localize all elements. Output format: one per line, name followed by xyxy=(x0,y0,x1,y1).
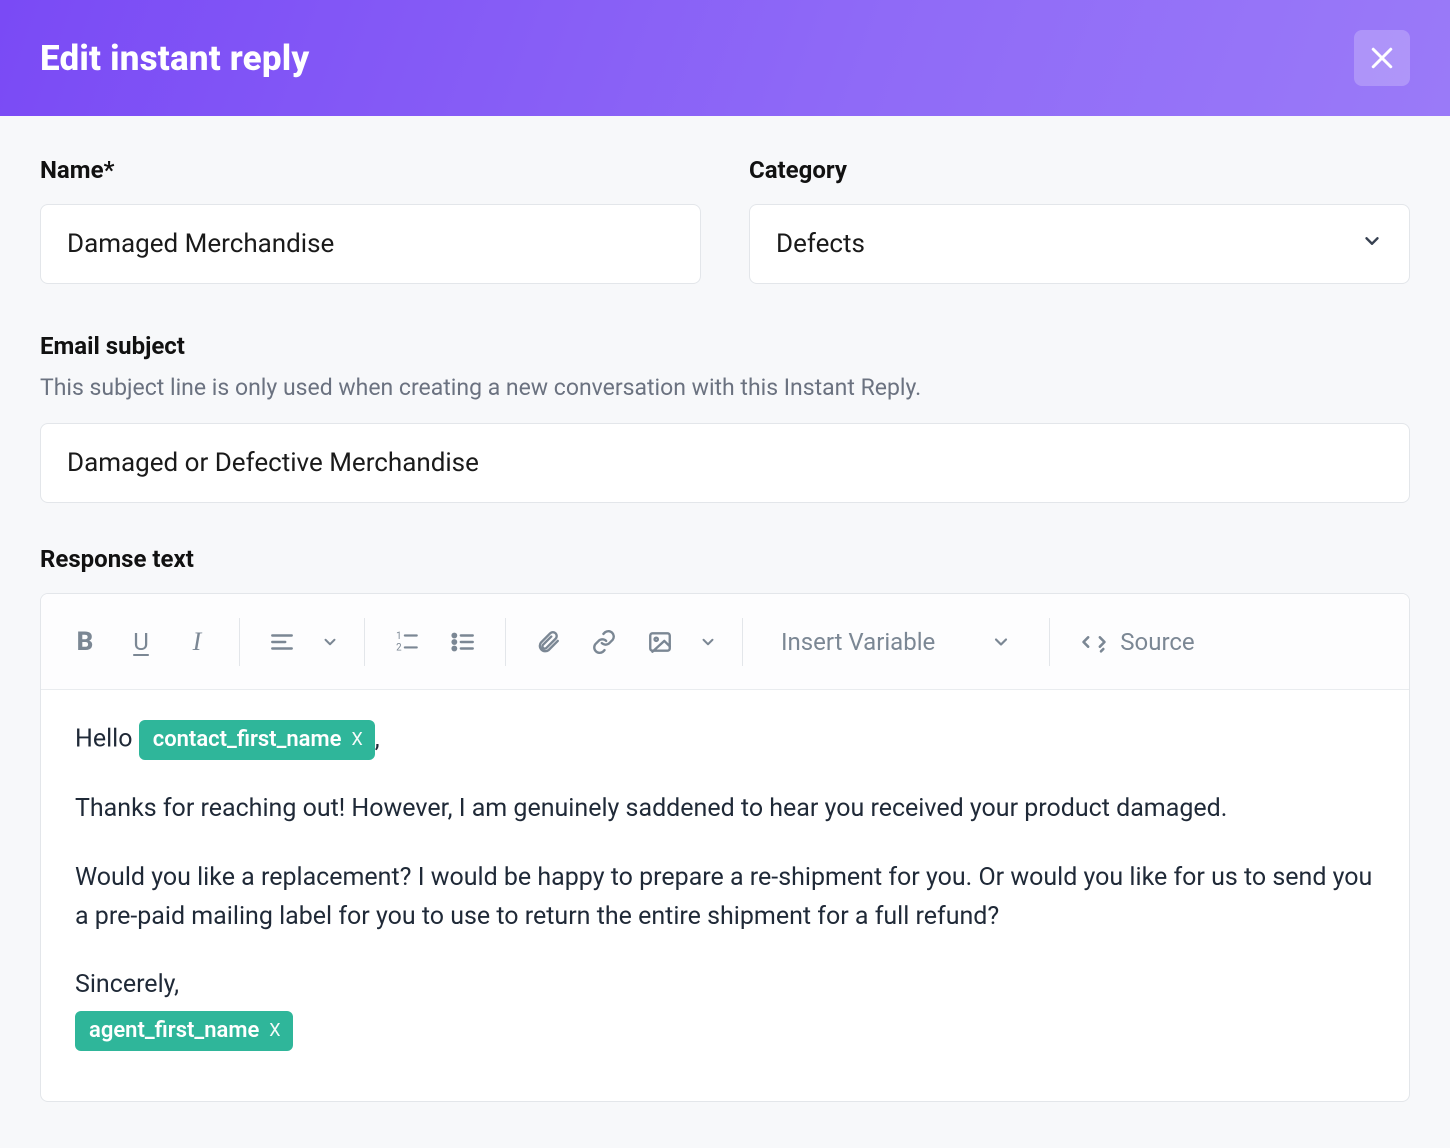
response-section: Response text B U I xyxy=(40,545,1410,1102)
image-dropdown[interactable] xyxy=(690,616,726,668)
image-button[interactable] xyxy=(634,616,686,668)
italic-button[interactable]: I xyxy=(171,616,223,668)
source-icon xyxy=(1080,628,1108,656)
variable-name: agent_first_name xyxy=(89,1014,259,1048)
attachment-button[interactable] xyxy=(522,616,574,668)
chevron-down-icon xyxy=(321,633,339,651)
ordered-list-button[interactable]: 12 xyxy=(381,616,433,668)
link-icon xyxy=(591,629,617,655)
name-input[interactable] xyxy=(40,204,701,284)
subject-field: Email subject This subject line is only … xyxy=(40,332,1410,503)
chevron-down-icon xyxy=(991,632,1011,652)
toolbar-divider xyxy=(742,618,743,666)
category-field: Category Defects xyxy=(749,156,1410,284)
subject-label: Email subject xyxy=(40,332,1410,360)
remove-variable-icon[interactable]: X xyxy=(269,1017,280,1045)
svg-text:1: 1 xyxy=(396,630,401,641)
signoff-text: Sincerely, xyxy=(75,966,1375,1005)
paperclip-icon xyxy=(535,629,561,655)
unordered-list-button[interactable] xyxy=(437,616,489,668)
response-label: Response text xyxy=(40,545,1410,573)
greeting-line: Hello contact_first_name X, xyxy=(75,720,1375,760)
category-value: Defects xyxy=(776,229,865,259)
response-paragraph: Would you like a replacement? I would be… xyxy=(75,859,1375,937)
modal-title: Edit instant reply xyxy=(40,38,310,79)
remove-variable-icon[interactable]: X xyxy=(351,726,362,754)
editor-toolbar: B U I 12 xyxy=(41,594,1409,690)
modal-body: Name* Category Defects Email subject Thi… xyxy=(0,116,1450,1102)
align-dropdown[interactable] xyxy=(312,616,348,668)
greeting-prefix: Hello xyxy=(75,725,139,754)
unordered-list-icon xyxy=(450,629,476,655)
name-field: Name* xyxy=(40,156,701,284)
subject-input[interactable] xyxy=(40,423,1410,503)
toolbar-divider xyxy=(1049,618,1050,666)
category-select[interactable]: Defects xyxy=(749,204,1410,284)
svg-text:2: 2 xyxy=(396,642,402,653)
close-button[interactable] xyxy=(1354,30,1410,86)
greeting-suffix: , xyxy=(375,725,380,754)
link-button[interactable] xyxy=(578,616,630,668)
chevron-down-icon xyxy=(699,633,717,651)
source-label: Source xyxy=(1120,628,1194,656)
bold-button[interactable]: B xyxy=(59,616,111,668)
response-paragraph: Thanks for reaching out! However, I am g… xyxy=(75,790,1375,829)
variable-chip-agent[interactable]: agent_first_name X xyxy=(75,1011,293,1051)
signoff-line: Sincerely, agent_first_name X xyxy=(75,966,1375,1051)
editor-content[interactable]: Hello contact_first_name X, Thanks for re… xyxy=(41,690,1409,1101)
name-label: Name* xyxy=(40,156,701,184)
toolbar-divider xyxy=(505,618,506,666)
italic-icon: I xyxy=(193,627,202,657)
chevron-down-icon xyxy=(1361,229,1383,259)
modal-header: Edit instant reply xyxy=(0,0,1450,116)
underline-button[interactable]: U xyxy=(115,616,167,668)
insert-variable-label: Insert Variable xyxy=(781,628,935,656)
source-button[interactable]: Source xyxy=(1066,616,1208,668)
underline-icon: U xyxy=(133,628,149,656)
subject-hint: This subject line is only used when crea… xyxy=(40,374,1410,401)
image-icon xyxy=(647,629,673,655)
align-left-icon xyxy=(269,629,295,655)
align-button[interactable] xyxy=(256,616,308,668)
insert-variable-dropdown[interactable]: Insert Variable xyxy=(759,616,1033,668)
variable-chip-contact[interactable]: contact_first_name X xyxy=(139,720,375,760)
bold-icon: B xyxy=(77,627,94,657)
rich-text-editor: B U I 12 xyxy=(40,593,1410,1102)
variable-name: contact_first_name xyxy=(153,723,342,757)
toolbar-divider xyxy=(364,618,365,666)
category-label: Category xyxy=(749,156,1410,184)
toolbar-divider xyxy=(239,618,240,666)
close-icon xyxy=(1367,43,1397,73)
ordered-list-icon: 12 xyxy=(394,629,420,655)
